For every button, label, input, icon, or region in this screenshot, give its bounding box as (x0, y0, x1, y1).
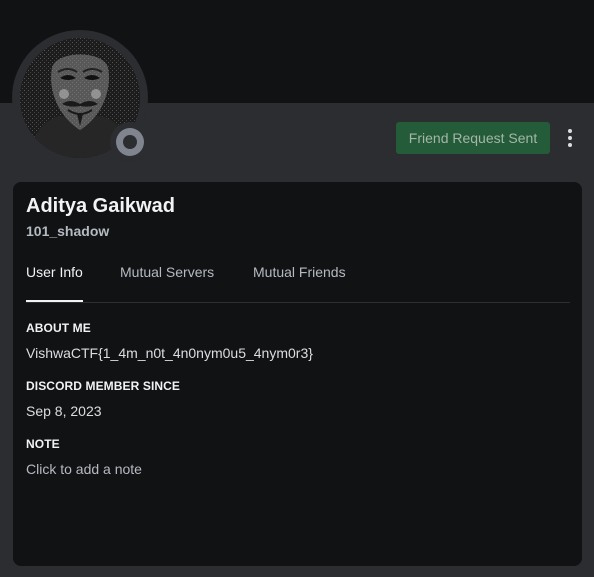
display-name: Aditya Gaikwad (26, 195, 175, 217)
about-me-text: VishwaCTF{1_4m_n0t_4n0nym0u5_4nym0r3} (26, 345, 313, 361)
friend-request-sent-button[interactable]: Friend Request Sent (396, 122, 550, 154)
username[interactable]: 101_shadow (26, 223, 109, 239)
member-since-date: Sep 8, 2023 (26, 403, 102, 419)
member-since-heading: DISCORD MEMBER SINCE (26, 379, 181, 393)
avatar-wrapper[interactable] (12, 30, 150, 166)
tab-mutual-friends[interactable]: Mutual Friends (253, 254, 346, 301)
offline-status-icon (116, 128, 144, 156)
note-input[interactable]: Click to add a note (26, 461, 142, 477)
status-indicator (110, 122, 150, 162)
more-vertical-icon[interactable] (560, 124, 580, 152)
about-me-heading: ABOUT ME (26, 321, 91, 335)
note-heading: NOTE (26, 437, 60, 451)
tab-user-info[interactable]: User Info (26, 254, 83, 302)
profile-tabs: User Info Mutual Servers Mutual Friends (26, 254, 570, 303)
profile-card: Aditya Gaikwad 101_shadow User Info Mutu… (13, 182, 582, 566)
tab-mutual-servers[interactable]: Mutual Servers (120, 254, 214, 301)
